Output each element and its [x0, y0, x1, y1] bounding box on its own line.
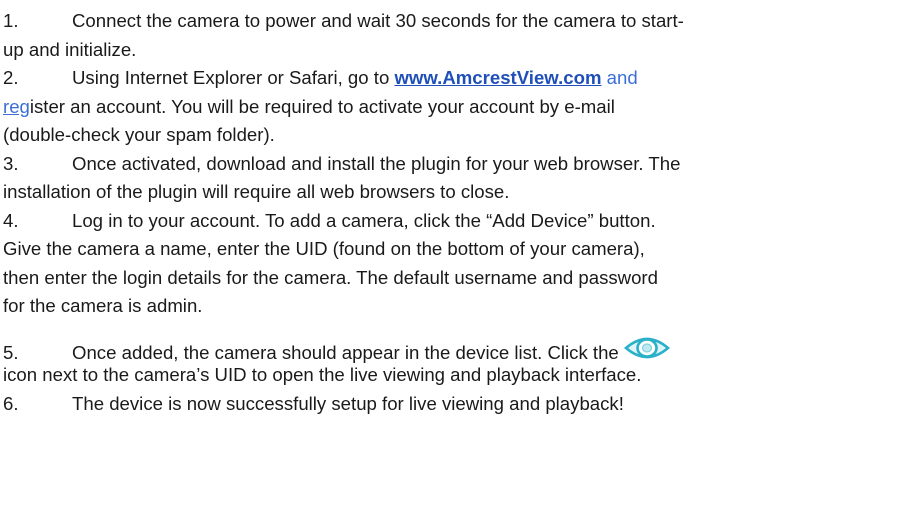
step-number: 4. — [3, 209, 19, 231]
step-5-line-2: icon next to the camera’s UID to open th… — [3, 361, 905, 390]
step-number: 1. — [3, 10, 19, 31]
step-text: Connect the camera to power and wait 30 … — [72, 10, 684, 31]
step-text: icon next to the camera’s UID to open th… — [3, 364, 642, 385]
step-4-line-2: Give the camera a name, enter the UID (f… — [3, 235, 905, 264]
step-number: 2. — [3, 67, 19, 88]
step-4-line-3: then enter the login details for the cam… — [3, 264, 905, 293]
step-text: installation of the plugin will require … — [3, 181, 510, 202]
step-5-line-1: 5. Once added, the camera should appear i… — [3, 333, 905, 363]
instruction-document: 1. Connect the camera to power and wait 3… — [0, 0, 905, 521]
step-3-line-1: 3. Once activated, download and install t… — [3, 150, 905, 179]
step-text: then enter the login details for the cam… — [3, 266, 658, 288]
step-number: 6. — [3, 392, 19, 414]
step-1-line-2: up and initialize. — [3, 36, 905, 65]
step-text: Using Internet Explorer or Safari, go to — [72, 67, 395, 88]
step-number: 3. — [3, 152, 19, 174]
link-tail[interactable]: and — [601, 67, 638, 88]
step-1-line-1: 1. Connect the camera to power and wait 3… — [3, 7, 905, 36]
step-4-line-4: for the camera is admin. — [3, 292, 905, 321]
step-2-line-2: register an account. You will be require… — [3, 93, 905, 122]
step-text: (double-check your spam folder). — [3, 124, 275, 145]
step-4-line-1: 4. Log in to your account. To add a camer… — [3, 207, 905, 236]
step-text: up and initialize. — [3, 38, 137, 60]
step-text: Once activated, download and install the… — [72, 152, 681, 174]
step-text: for the camera is admin. — [3, 295, 203, 316]
step-text: Once added, the camera should appear in … — [72, 341, 619, 363]
step-text: Log in to your account. To add a camera,… — [72, 209, 656, 231]
register-link[interactable]: reg — [3, 96, 30, 117]
step-6-line-1: 6. The device is now successfully setup f… — [3, 390, 905, 419]
amcrestview-link[interactable]: www.AmcrestView.com — [394, 67, 601, 88]
step-text: Give the camera a name, enter the UID (f… — [3, 238, 645, 259]
step-3-line-2: installation of the plugin will require … — [3, 178, 905, 207]
step-2-line-3: (double-check your spam folder). — [3, 121, 905, 150]
step-2-line-1: 2. Using Internet Explorer or Safari, go … — [3, 64, 905, 93]
step-text: ister an account. You will be required t… — [29, 95, 615, 117]
step-text: The device is now successfully setup for… — [72, 392, 624, 414]
eye-icon — [623, 333, 671, 363]
